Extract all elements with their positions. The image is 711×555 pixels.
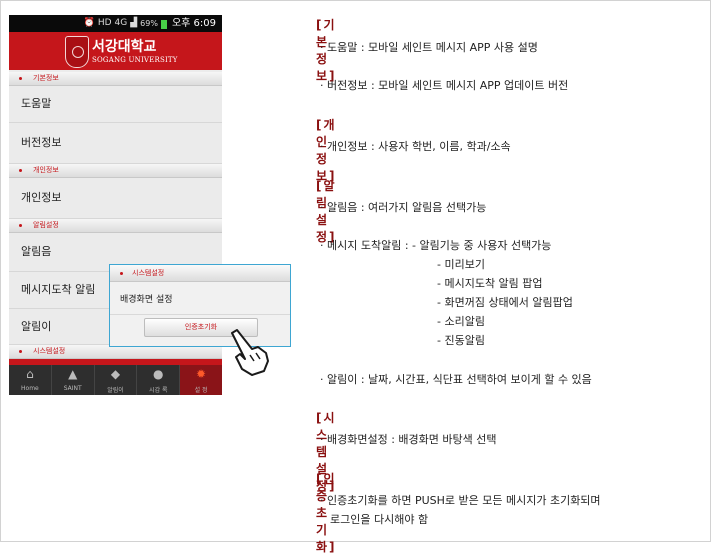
section-header-system: 시스템설정 [9, 345, 222, 359]
bottom-tab-bar: ⌂ Home ▲ SAINT ◆ 알림이 ● 시감 록 ✹ 설 정 [9, 365, 222, 395]
alarm-icon: ⏰ [83, 18, 95, 28]
section-header-basic: 기본정보 [9, 72, 222, 86]
menu-item-help[interactable]: 도움말 [9, 86, 222, 123]
wallpaper-setting-item[interactable]: 배경화면 설정 [120, 292, 173, 305]
menu-item-personal[interactable]: 개인정보 [9, 178, 222, 219]
popup-header: 시스템설정 [110, 265, 290, 282]
battery-icon [160, 19, 167, 29]
desc-line: 로그인을 다시해야 함 [330, 513, 429, 526]
notification-icon: ◆ [110, 367, 121, 381]
section-header-personal: 개인정보 [9, 164, 222, 178]
desc-line: - 미리보기 [437, 258, 485, 271]
desc-line: - 소리알림 [437, 315, 485, 328]
desc-line: - 진동알림 [437, 334, 485, 347]
bullet-icon [19, 224, 22, 227]
desc-line: · 버전정보 : 모바일 세인트 메시지 APP 업데이트 버전 [320, 79, 569, 92]
desc-line: · 인증초기화를 하면 PUSH로 받은 모든 메시지가 초기화되며 [320, 494, 601, 507]
pointing-hand-icon [231, 329, 269, 376]
network-type: 4G [114, 18, 128, 28]
person-icon: ● [153, 367, 164, 381]
desc-line: · 알림이 : 날짜, 시간표, 식단표 선택하여 보이게 할 수 있음 [320, 373, 592, 386]
desc-line: - 메시지도착 알림 팝업 [437, 277, 543, 290]
university-name: 서강대학교 [92, 39, 157, 55]
menu-item-version[interactable]: 버전정보 [9, 123, 222, 164]
graduation-cap-icon: ▲ [68, 367, 78, 381]
gear-icon: ✹ [196, 367, 207, 381]
clock: 오후 6:09 [171, 18, 216, 29]
desc-line: · 메시지 도착알림 : - 알림기능 중 사용자 선택가능 [320, 239, 552, 252]
tab-schedule[interactable]: ● 시감 록 [137, 365, 181, 395]
tab-saint[interactable]: ▲ SAINT [52, 365, 95, 395]
bullet-icon [19, 77, 22, 80]
desc-line: - 화면꺼짐 상태에서 알림팝업 [437, 296, 573, 309]
tab-settings[interactable]: ✹ 설 정 [180, 365, 222, 395]
signal-icon: ▟ [130, 18, 138, 28]
desc-line: · 도움말 : 모바일 세인트 메시지 APP 사용 설명 [320, 41, 538, 54]
tab-home[interactable]: ⌂ Home [9, 365, 52, 395]
app-header: 서강대학교 SOGANG UNIVERSITY [9, 32, 222, 70]
university-english-name: SOGANG UNIVERSITY [92, 56, 178, 64]
hd-icon: HD [97, 18, 112, 28]
desc-line: · 알림음 : 여러가지 알림음 선택가능 [320, 201, 487, 214]
battery-percent: 69% [140, 19, 158, 28]
desc-line: · 개인정보 : 사용자 학번, 이름, 학과/소속 [320, 140, 511, 153]
section-header-alarm: 알림설정 [9, 219, 222, 233]
divider [110, 314, 290, 315]
status-bar: ⏰ HD 4G ▟ 69% 오후 6:09 [9, 15, 222, 32]
desc-line: · 배경화면설정 : 배경화면 바탕색 선택 [320, 433, 497, 446]
bullet-icon [19, 169, 22, 172]
tab-notifier[interactable]: ◆ 알림이 [95, 365, 138, 395]
bullet-icon [120, 272, 123, 275]
bullet-icon [19, 350, 22, 353]
home-icon: ⌂ [26, 367, 34, 381]
university-seal-icon [65, 36, 89, 68]
